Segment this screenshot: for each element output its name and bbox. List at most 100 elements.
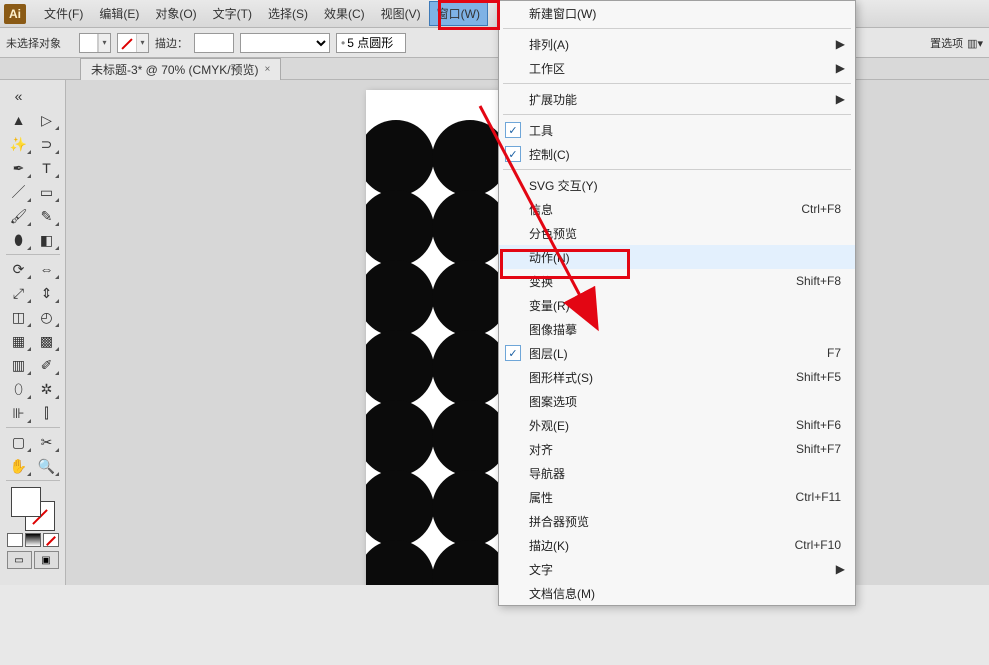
- graph-tool[interactable]: ⫿: [33, 401, 61, 425]
- pen-tool[interactable]: ✒: [5, 156, 33, 180]
- menu-type[interactable]: 文字(T): [205, 1, 260, 26]
- eyedropper-tool[interactable]: ✐: [33, 353, 61, 377]
- menu-item-label: 新建窗口(W): [529, 5, 596, 22]
- menu-select[interactable]: 选择(S): [260, 1, 316, 26]
- menu-item-label: 对齐: [529, 441, 553, 458]
- menu-item-21[interactable]: 对齐Shift+F7: [499, 437, 855, 461]
- reflect-tool[interactable]: ⇔: [33, 257, 61, 281]
- menu-item-label: 文字: [529, 561, 553, 578]
- menu-item-14[interactable]: 变换Shift+F8: [499, 269, 855, 293]
- menu-item-label: 排列(A): [529, 36, 569, 53]
- menu-file[interactable]: 文件(F): [36, 1, 91, 26]
- color-mode-solid[interactable]: [7, 533, 23, 547]
- screen-mode-full[interactable]: ▣: [34, 551, 59, 569]
- shape-builder-tool[interactable]: ◴: [33, 305, 61, 329]
- menu-item-label: 导航器: [529, 465, 565, 482]
- setup-options-label[interactable]: 置选项: [930, 35, 963, 51]
- panel-menu-icon[interactable]: ▥▾: [967, 37, 983, 50]
- rectangle-tool[interactable]: ▭: [33, 180, 61, 204]
- width-tool[interactable]: ⇕: [33, 281, 61, 305]
- menu-effect[interactable]: 效果(C): [316, 1, 373, 26]
- fill-color-box[interactable]: [11, 487, 41, 517]
- menu-item-11[interactable]: 信息Ctrl+F8: [499, 197, 855, 221]
- eraser-tool[interactable]: ◧: [33, 228, 61, 252]
- menu-item-shortcut: Ctrl+F8: [801, 202, 841, 216]
- menu-window[interactable]: 窗口(W): [429, 1, 488, 26]
- close-tab-icon[interactable]: ×: [265, 64, 271, 75]
- app-logo: Ai: [4, 4, 26, 24]
- blob-brush-tool[interactable]: ⬮: [5, 228, 33, 252]
- screen-mode-normal[interactable]: ▭: [7, 551, 32, 569]
- mesh-tool[interactable]: ▩: [33, 329, 61, 353]
- menu-item-2[interactable]: 排列(A)▶: [499, 32, 855, 56]
- menu-item-0[interactable]: 新建窗口(W): [499, 1, 855, 25]
- menu-item-23[interactable]: 属性Ctrl+F11: [499, 485, 855, 509]
- menu-item-label: 图层(L): [529, 345, 568, 362]
- hand-tool[interactable]: ✋: [5, 454, 33, 478]
- document-tab[interactable]: 未标题-3* @ 70% (CMYK/预览) ×: [80, 58, 281, 80]
- menu-item-13[interactable]: 动作(N): [499, 245, 855, 269]
- panel-spacer: [33, 84, 61, 108]
- artboard-tool[interactable]: ▢: [5, 430, 33, 454]
- menu-item-12[interactable]: 分色预览: [499, 221, 855, 245]
- submenu-arrow-icon: ▶: [836, 562, 845, 576]
- menu-separator: [503, 28, 851, 29]
- selection-tool[interactable]: ▲: [5, 108, 33, 132]
- menu-item-16[interactable]: 图像描摹: [499, 317, 855, 341]
- menu-separator: [503, 169, 851, 170]
- perspective-tool[interactable]: ▦: [5, 329, 33, 353]
- menu-item-label: 图形样式(S): [529, 369, 593, 386]
- symbol-sprayer-tool[interactable]: ✲: [33, 377, 61, 401]
- zoom-tool[interactable]: 🔍: [33, 454, 61, 478]
- menu-item-25[interactable]: 描边(K)Ctrl+F10: [499, 533, 855, 557]
- menu-item-label: 描边(K): [529, 537, 569, 554]
- menu-item-20[interactable]: 外观(E)Shift+F6: [499, 413, 855, 437]
- gradient-tool[interactable]: ▥: [5, 353, 33, 377]
- screen-mode-row: ▭ ▣: [7, 551, 59, 569]
- menu-item-3[interactable]: 工作区▶: [499, 56, 855, 80]
- panel-collapse-icon[interactable]: «: [5, 84, 33, 108]
- line-tool[interactable]: ／: [5, 180, 33, 204]
- scale-tool[interactable]: ⤢: [5, 281, 33, 305]
- menu-item-26[interactable]: 文字 ▶: [499, 557, 855, 581]
- stroke-style-select[interactable]: [240, 33, 330, 53]
- fill-swatch[interactable]: [79, 33, 111, 53]
- menu-item-shortcut: Ctrl+F11: [796, 490, 841, 504]
- menu-item-10[interactable]: SVG 交互(Y): [499, 173, 855, 197]
- menu-edit[interactable]: 编辑(E): [91, 1, 147, 26]
- menu-item-19[interactable]: 图案选项: [499, 389, 855, 413]
- brush-preset[interactable]: • 5 点圆形: [336, 33, 406, 53]
- pencil-tool[interactable]: ✎: [33, 204, 61, 228]
- right-options-stub: 置选项 ▥▾: [924, 29, 989, 57]
- menu-item-17[interactable]: ✓图层(L)F7: [499, 341, 855, 365]
- menu-item-15[interactable]: 变量(R): [499, 293, 855, 317]
- free-transform-tool[interactable]: ◫: [5, 305, 33, 329]
- slice-tool[interactable]: ✂: [33, 430, 61, 454]
- window-menu-dropdown: 新建窗口(W)排列(A)▶工作区▶扩展功能▶✓工具✓控制(C)SVG 交互(Y)…: [498, 0, 856, 606]
- stroke-label: 描边：: [155, 35, 188, 51]
- column-graph-tool[interactable]: ⊪: [5, 401, 33, 425]
- menu-item-7[interactable]: ✓工具: [499, 118, 855, 142]
- color-mode-gradient[interactable]: [25, 533, 41, 547]
- menu-view[interactable]: 视图(V): [373, 1, 429, 26]
- menu-object[interactable]: 对象(O): [147, 1, 204, 26]
- magic-wand-tool[interactable]: ✨: [5, 132, 33, 156]
- no-selection-label: 未选择对象: [6, 35, 61, 51]
- menu-item-8[interactable]: ✓控制(C): [499, 142, 855, 166]
- fill-stroke-indicator[interactable]: [11, 487, 55, 531]
- menu-item-label: 拼合器预览: [529, 513, 589, 530]
- menu-item-24[interactable]: 拼合器预览: [499, 509, 855, 533]
- blend-tool[interactable]: ⬯: [5, 377, 33, 401]
- menu-item-5[interactable]: 扩展功能▶: [499, 87, 855, 111]
- color-mode-none[interactable]: [43, 533, 59, 547]
- paintbrush-tool[interactable]: 🖌: [5, 204, 33, 228]
- menu-item-label: 工作区: [529, 60, 565, 77]
- stroke-weight-input[interactable]: [194, 33, 234, 53]
- type-tool[interactable]: T: [33, 156, 61, 180]
- rotate-tool[interactable]: ⟳: [5, 257, 33, 281]
- stroke-swatch[interactable]: [117, 33, 149, 53]
- lasso-tool[interactable]: ⊃: [33, 132, 61, 156]
- menu-item-18[interactable]: 图形样式(S)Shift+F5: [499, 365, 855, 389]
- direct-selection-tool[interactable]: ▷: [33, 108, 61, 132]
- menu-item-22[interactable]: 导航器: [499, 461, 855, 485]
